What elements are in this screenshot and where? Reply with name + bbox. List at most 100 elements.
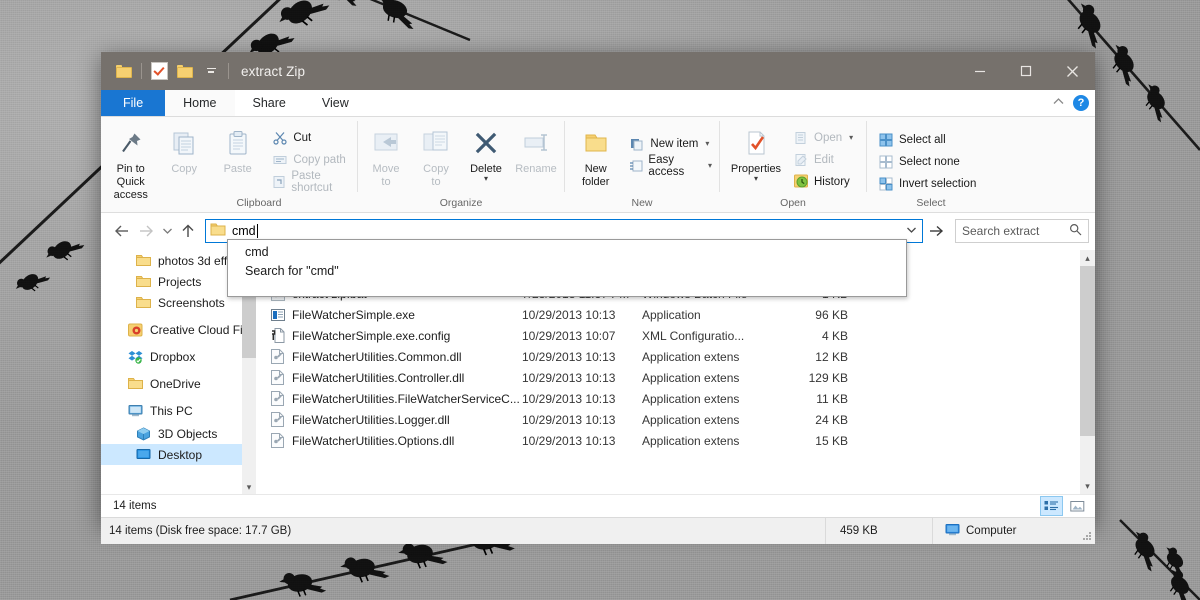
file-size: 96 KB	[815, 307, 848, 322]
cut-label: Cut	[293, 131, 312, 144]
open-caret-icon[interactable]: ▾	[849, 133, 853, 142]
file-name-cell[interactable]: FileWatcherUtilities.Common.dll	[256, 349, 522, 365]
table-row[interactable]: FileWatcherUtilities.Controller.dll 10/2…	[256, 367, 1095, 388]
properties-button[interactable]: Properties ▾	[723, 123, 789, 183]
address-autocomplete-dropdown[interactable]: cmd Search for "cmd"	[227, 239, 907, 297]
qat-customize-caret-icon[interactable]	[198, 52, 224, 90]
file-name: FileWatcherUtilities.Options.dll	[292, 433, 455, 448]
table-row[interactable]: FileWatcherUtilities.Common.dll 10/29/20…	[256, 346, 1095, 367]
file-name-cell[interactable]: FileWatcherSimple.exe	[256, 307, 522, 323]
delete-button[interactable]: Delete ▾	[461, 123, 511, 183]
go-button[interactable]	[925, 220, 947, 242]
open-button[interactable]: Open ▾	[789, 127, 857, 148]
autocomplete-item-cmd[interactable]: cmd	[228, 242, 906, 261]
new-folder-button[interactable]: New folder	[568, 123, 623, 189]
back-button[interactable]	[111, 220, 133, 242]
copy-path-button[interactable]: Copy path	[268, 149, 354, 170]
rename-button[interactable]: Rename	[511, 123, 561, 176]
edit-button[interactable]: Edit	[789, 149, 857, 170]
pin-to-quick-access-button[interactable]: Pin to Quick access	[104, 123, 157, 202]
search-icon[interactable]	[1069, 223, 1082, 239]
ribbon-group-label-clipboard: Clipboard	[236, 197, 282, 209]
minimize-button[interactable]	[957, 52, 1003, 90]
sidebar-item-desktop[interactable]: Desktop	[101, 444, 256, 465]
easy-access-button[interactable]: Easy access ▾	[625, 154, 716, 178]
autocomplete-item-search-for[interactable]: Search for "cmd"	[228, 261, 906, 280]
table-row[interactable]: FileWatcherUtilities.FileWatcherServiceC…	[256, 388, 1095, 409]
copy-to-button[interactable]: Copy to	[411, 123, 461, 189]
large-icons-view-button[interactable]	[1066, 496, 1089, 516]
chevron-down-icon[interactable]	[900, 220, 922, 240]
file-name-cell[interactable]: FileWatcherUtilities.Options.dll	[256, 433, 522, 449]
tab-file[interactable]: File	[101, 90, 166, 116]
help-icon[interactable]: ?	[1073, 95, 1089, 111]
tab-share[interactable]: Share	[235, 90, 304, 116]
properties-icon	[742, 127, 770, 159]
pin-icon	[117, 127, 145, 159]
file-name: FileWatcherUtilities.Controller.dll	[292, 370, 465, 385]
file-name-cell[interactable]: FileWatcherUtilities.FileWatcherServiceC…	[256, 391, 522, 407]
new-item-caret-icon[interactable]: ▾	[705, 139, 709, 148]
sidebar-item-this-pc[interactable]: This PC	[101, 400, 256, 421]
table-row[interactable]: FileWatcherUtilities.Logger.dll 10/29/20…	[256, 409, 1095, 430]
new-folder-icon	[581, 127, 611, 159]
rename-icon	[521, 127, 551, 159]
file-name-cell[interactable]: FileWatcherSimple.exe.config	[256, 328, 522, 344]
dll-icon	[270, 433, 285, 449]
file-list-scrollbar[interactable]: ▴ ▾	[1080, 250, 1095, 494]
table-row[interactable]: FileWatcherSimple.exe.config 10/29/2013 …	[256, 325, 1095, 346]
recent-locations-button[interactable]	[159, 220, 175, 242]
table-row[interactable]: FileWatcherSimple.exe 10/29/2013 10:13 A…	[256, 304, 1095, 325]
easy-access-caret-icon[interactable]: ▾	[708, 161, 712, 170]
select-none-button[interactable]: Select none	[874, 151, 980, 172]
close-button[interactable]	[1049, 52, 1095, 90]
forward-button[interactable]	[135, 220, 157, 242]
file-name-cell[interactable]: FileWatcherUtilities.Logger.dll	[256, 412, 522, 428]
file-scroll-up-arrow[interactable]: ▴	[1080, 250, 1095, 266]
ribbon-group-label-open: Open	[780, 197, 806, 209]
address-input[interactable]: cmd	[232, 224, 256, 238]
history-button[interactable]: History	[789, 171, 857, 192]
new-item-button[interactable]: New item ▾	[625, 133, 716, 154]
paste-shortcut-button[interactable]: Paste shortcut	[268, 170, 354, 194]
maximize-button[interactable]	[1003, 52, 1049, 90]
file-name-cell[interactable]: FileWatcherUtilities.Controller.dll	[256, 370, 522, 386]
quick-access-toolbar[interactable]	[101, 52, 233, 90]
properties-caret-icon[interactable]: ▾	[754, 175, 758, 183]
chevron-up-icon[interactable]	[1052, 97, 1065, 109]
up-button[interactable]	[177, 220, 199, 242]
dll-icon	[270, 370, 285, 386]
tab-home[interactable]: Home	[165, 90, 235, 116]
cut-button[interactable]: Cut	[268, 127, 354, 148]
toolbar-divider-2	[228, 63, 229, 79]
paste-button[interactable]: Paste	[211, 123, 264, 176]
qat-properties-icon[interactable]	[146, 52, 172, 90]
qat-new-folder-icon[interactable]	[172, 52, 198, 90]
details-view-button[interactable]	[1040, 496, 1063, 516]
dropbox-icon	[127, 349, 143, 365]
move-to-button[interactable]: Move to	[361, 123, 411, 189]
sidebar-item-3d-objects[interactable]: 3D Objects	[101, 423, 256, 444]
sidebar-item-dropbox[interactable]: Dropbox	[101, 346, 256, 367]
file-size: 129 KB	[808, 370, 848, 385]
sidebar-item-creative-cloud-files[interactable]: Creative Cloud Files	[101, 319, 256, 340]
this-pc-icon	[127, 403, 143, 419]
address-bar-row: cmd Search extract cmd Search for "cmd"	[101, 213, 1095, 297]
nav-scroll-down-arrow[interactable]: ▾	[242, 480, 256, 494]
resize-grip[interactable]	[1082, 532, 1092, 542]
status-bar-primary: 14 items	[101, 494, 1095, 517]
search-box[interactable]: Search extract	[955, 219, 1089, 243]
file-scrollbar-thumb[interactable]	[1080, 266, 1095, 436]
delete-caret-icon[interactable]: ▾	[484, 175, 488, 183]
copy-button[interactable]: Copy	[157, 123, 210, 176]
select-all-button[interactable]: Select all	[874, 129, 980, 150]
ribbon-group-new: New folder New item ▾ Easy access ▾ New	[565, 117, 719, 212]
invert-selection-button[interactable]: Invert selection	[874, 173, 980, 194]
sidebar-item-onedrive[interactable]: OneDrive	[101, 373, 256, 394]
item-count-label: 14 items	[113, 500, 157, 512]
file-type: Application extens	[642, 370, 740, 385]
file-scroll-down-arrow[interactable]: ▾	[1080, 478, 1095, 494]
search-input-placeholder[interactable]: Search extract	[962, 224, 1039, 238]
tab-view[interactable]: View	[304, 90, 367, 116]
table-row[interactable]: FileWatcherUtilities.Options.dll 10/29/2…	[256, 430, 1095, 451]
